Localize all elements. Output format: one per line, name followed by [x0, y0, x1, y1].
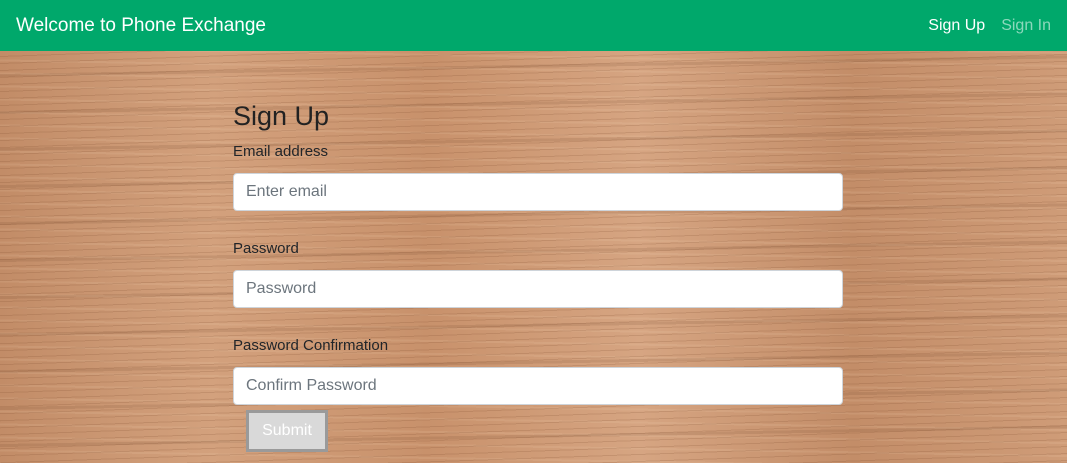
brand-link[interactable]: Welcome to Phone Exchange: [16, 15, 266, 37]
submit-button[interactable]: Submit: [246, 410, 328, 452]
email-label: Email address: [233, 143, 329, 160]
signup-form: Sign Up Email address Password Password …: [233, 100, 843, 433]
password-confirmation-label: Password Confirmation: [233, 337, 389, 354]
password-confirmation-field[interactable]: [233, 367, 843, 405]
nav-sign-in-link[interactable]: Sign In: [1001, 17, 1051, 35]
top-navbar: Welcome to Phone Exchange Sign Up Sign I…: [0, 0, 1067, 51]
password-label: Password: [233, 240, 299, 257]
nav-sign-up-link[interactable]: Sign Up: [928, 17, 985, 35]
nav-links: Sign Up Sign In: [928, 17, 1051, 35]
page-title: Sign Up: [233, 101, 330, 131]
password-field[interactable]: [233, 270, 843, 308]
email-field[interactable]: [233, 173, 843, 211]
